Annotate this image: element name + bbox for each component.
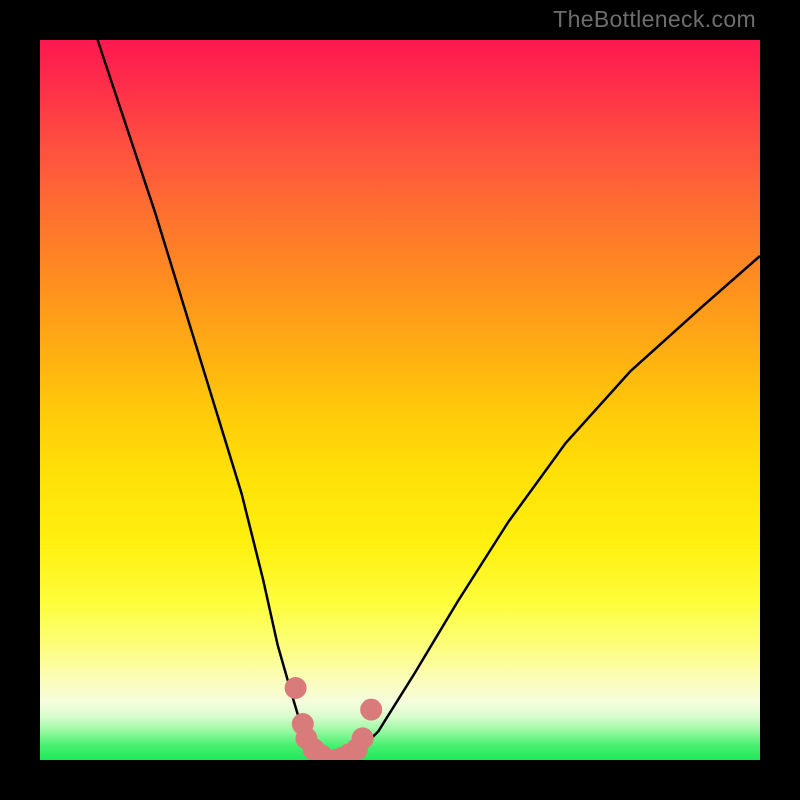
bottleneck-curve: [98, 40, 760, 760]
marker-dot: [285, 677, 307, 699]
chart-svg: [40, 40, 760, 760]
marker-dot: [360, 699, 382, 721]
highlight-markers: [285, 677, 383, 760]
plot-area: [40, 40, 760, 760]
watermark-text: TheBottleneck.com: [553, 6, 756, 33]
marker-dot: [352, 727, 374, 749]
